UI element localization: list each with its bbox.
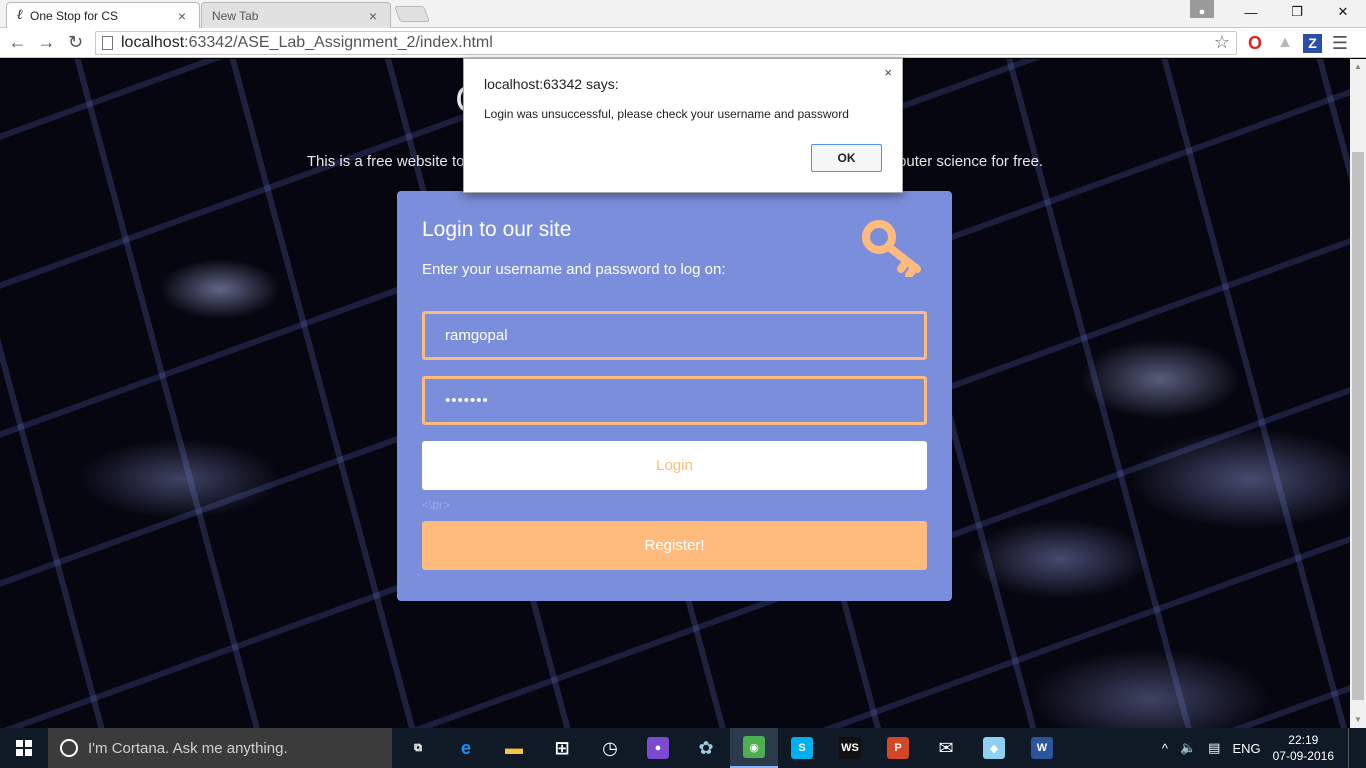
restore-button[interactable]: ❐ <box>1274 0 1320 24</box>
taskbar-word-button[interactable]: W <box>1018 728 1066 768</box>
dialog-ok-button[interactable]: OK <box>811 144 882 172</box>
windows-logo-icon <box>16 740 32 756</box>
scroll-down-icon[interactable]: ▼ <box>1350 712 1366 728</box>
tab-close-icon[interactable]: × <box>366 8 380 24</box>
address-bar[interactable]: localhost:63342/ASE_Lab_Assignment_2/ind… <box>95 31 1237 55</box>
username-input[interactable]: ramgopal <box>422 311 927 360</box>
action-center-icon[interactable]: ▤ <box>1208 740 1220 756</box>
taskbar-clock-app-button[interactable]: ◷ <box>586 728 634 768</box>
store-icon: ⊞ <box>554 737 570 758</box>
taskbar-task-view-button[interactable]: ⧉ <box>394 728 442 768</box>
mail-icon: ✉ <box>938 737 954 758</box>
chrome-menu-icon[interactable]: ☰ <box>1328 31 1352 55</box>
url-path: :63342/ASE_Lab_Assignment_2/index.html <box>184 34 493 51</box>
dialog-close-icon[interactable]: × <box>884 65 892 80</box>
new-tab-button[interactable] <box>394 6 430 22</box>
language-indicator[interactable]: ENG <box>1232 741 1260 756</box>
login-title: Login to our site <box>422 218 572 241</box>
site-favicon-icon: ℓ <box>17 7 23 23</box>
system-tray: ^ 🔈 ▤ ENG 22:19 07-09-2016 <box>1162 728 1366 768</box>
window-controls: ● — ❐ ✕ <box>1190 0 1366 24</box>
dialog-title: localhost:63342 says: <box>484 76 619 92</box>
clock[interactable]: 22:19 07-09-2016 <box>1273 732 1334 764</box>
browser-toolbar: ← → ↻ localhost:63342/ASE_Lab_Assignment… <box>0 28 1366 58</box>
scrollbar-thumb[interactable] <box>1352 152 1364 700</box>
tab-close-icon[interactable]: × <box>175 8 189 24</box>
dialog-message: Login was unsuccessful, please check you… <box>484 107 849 121</box>
scroll-up-icon[interactable]: ▲ <box>1350 59 1366 75</box>
chrome-icon: ◉ <box>743 736 765 758</box>
taskbar-webstorm-button[interactable]: WS <box>826 728 874 768</box>
close-window-button[interactable]: ✕ <box>1320 0 1366 24</box>
drive-extension-icon[interactable]: ▲ <box>1273 31 1297 55</box>
z-extension-icon[interactable]: Z <box>1303 33 1322 53</box>
powerpoint-icon: P <box>887 737 909 759</box>
file-explorer-icon: ▬ <box>505 737 523 758</box>
taskbar-store-button[interactable]: ⊞ <box>538 728 586 768</box>
windows-taskbar: I'm Cortana. Ask me anything. ⧉ e ▬ ⊞ ◷ ● ✿ ◉ S W… <box>0 728 1366 768</box>
taskbar-app-purple-button[interactable]: ● <box>634 728 682 768</box>
clock-app-icon: ◷ <box>602 737 618 758</box>
bookmark-star-icon[interactable]: ☆ <box>1214 32 1230 53</box>
login-button[interactable]: Login <box>422 441 927 490</box>
clock-time: 22:19 <box>1288 733 1319 747</box>
taskbar-edge-button[interactable]: e <box>442 728 490 768</box>
start-button[interactable] <box>0 728 48 768</box>
url-host: localhost <box>121 34 185 51</box>
app-teal-icon: ✿ <box>698 737 714 758</box>
tab-title: New Tab <box>212 8 259 23</box>
alert-dialog: localhost:63342 says: Login was unsucces… <box>463 58 903 193</box>
taskbar-chrome-button[interactable]: ◉ <box>730 728 778 768</box>
taskbar-file-explorer-button[interactable]: ▬ <box>490 728 538 768</box>
cortana-placeholder: I'm Cortana. Ask me anything. <box>88 739 288 757</box>
login-form: Login to our site Enter your username an… <box>397 191 952 601</box>
minimize-button[interactable]: — <box>1228 0 1274 24</box>
browser-tab-strip: ℓ One Stop for CS × New Tab × ● — ❐ ✕ <box>0 0 1366 28</box>
tray-chevron-icon[interactable]: ^ <box>1162 741 1168 756</box>
taskbar-apps: ⧉ e ▬ ⊞ ◷ ● ✿ ◉ S WS P ✉ ◆ W <box>394 728 1066 768</box>
user-profile-icon[interactable]: ● <box>1190 0 1214 18</box>
taskbar-skype-button[interactable]: S <box>778 728 826 768</box>
extension-bar: O ▲ Z ☰ <box>1243 31 1358 55</box>
cortana-icon <box>60 739 78 757</box>
stray-br-text: <\br> <box>422 498 451 512</box>
opera-extension-icon[interactable]: O <box>1243 31 1267 55</box>
taskbar-app-glass-button[interactable]: ◆ <box>970 728 1018 768</box>
edge-icon: e <box>460 737 471 758</box>
key-icon <box>862 220 921 277</box>
forward-button[interactable]: → <box>32 30 61 56</box>
app-purple-icon: ● <box>647 737 669 759</box>
tab-new-tab[interactable]: New Tab × <box>201 2 391 28</box>
tab-title: One Stop for CS <box>29 8 119 23</box>
register-button[interactable]: Register! <box>422 521 927 570</box>
clock-date: 07-09-2016 <box>1272 749 1334 763</box>
task-view-icon: ⧉ <box>414 741 422 754</box>
cortana-search-box[interactable]: I'm Cortana. Ask me anything. <box>48 728 392 768</box>
taskbar-powerpoint-button[interactable]: P <box>874 728 922 768</box>
tab-one-stop-for-cs[interactable]: ℓ One Stop for CS × <box>6 2 200 28</box>
volume-icon[interactable]: 🔈 <box>1180 740 1196 756</box>
taskbar-app-teal-button[interactable]: ✿ <box>682 728 730 768</box>
word-icon: W <box>1031 737 1053 759</box>
page-icon <box>102 36 113 50</box>
reload-button[interactable]: ↻ <box>61 30 90 56</box>
show-desktop-button[interactable] <box>1348 728 1366 768</box>
login-subtitle: Enter your username and password to log … <box>422 261 726 278</box>
webstorm-icon: WS <box>839 737 861 759</box>
app-glass-icon: ◆ <box>983 737 1005 759</box>
taskbar-mail-button[interactable]: ✉ <box>922 728 970 768</box>
back-button[interactable]: ← <box>3 30 32 56</box>
skype-icon: S <box>791 737 813 759</box>
page-scrollbar[interactable]: ▲ ▼ <box>1350 59 1366 728</box>
password-input[interactable]: ••••••• <box>422 376 927 425</box>
